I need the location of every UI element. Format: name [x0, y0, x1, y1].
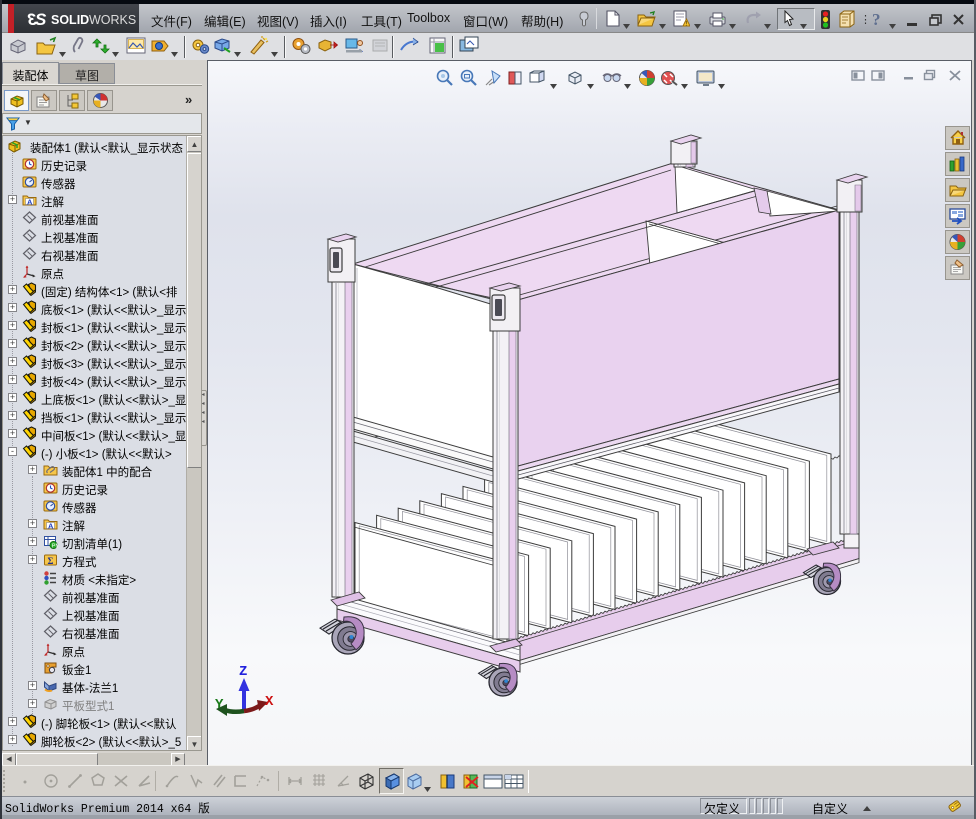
svg-text:Z: Z — [239, 664, 247, 680]
svg-text:?: ? — [872, 10, 881, 28]
svg-text:Y: Y — [215, 697, 224, 713]
svg-text:WORKS: WORKS — [89, 13, 136, 27]
svg-text:Σ: Σ — [48, 556, 54, 566]
svg-text:A: A — [27, 197, 33, 206]
svg-text:A: A — [48, 521, 54, 530]
svg-text:X: X — [265, 694, 274, 710]
svg-text:S: S — [35, 10, 47, 29]
svg-text:PM: PM — [52, 544, 58, 549]
svg-text:SOLID: SOLID — [51, 13, 89, 27]
